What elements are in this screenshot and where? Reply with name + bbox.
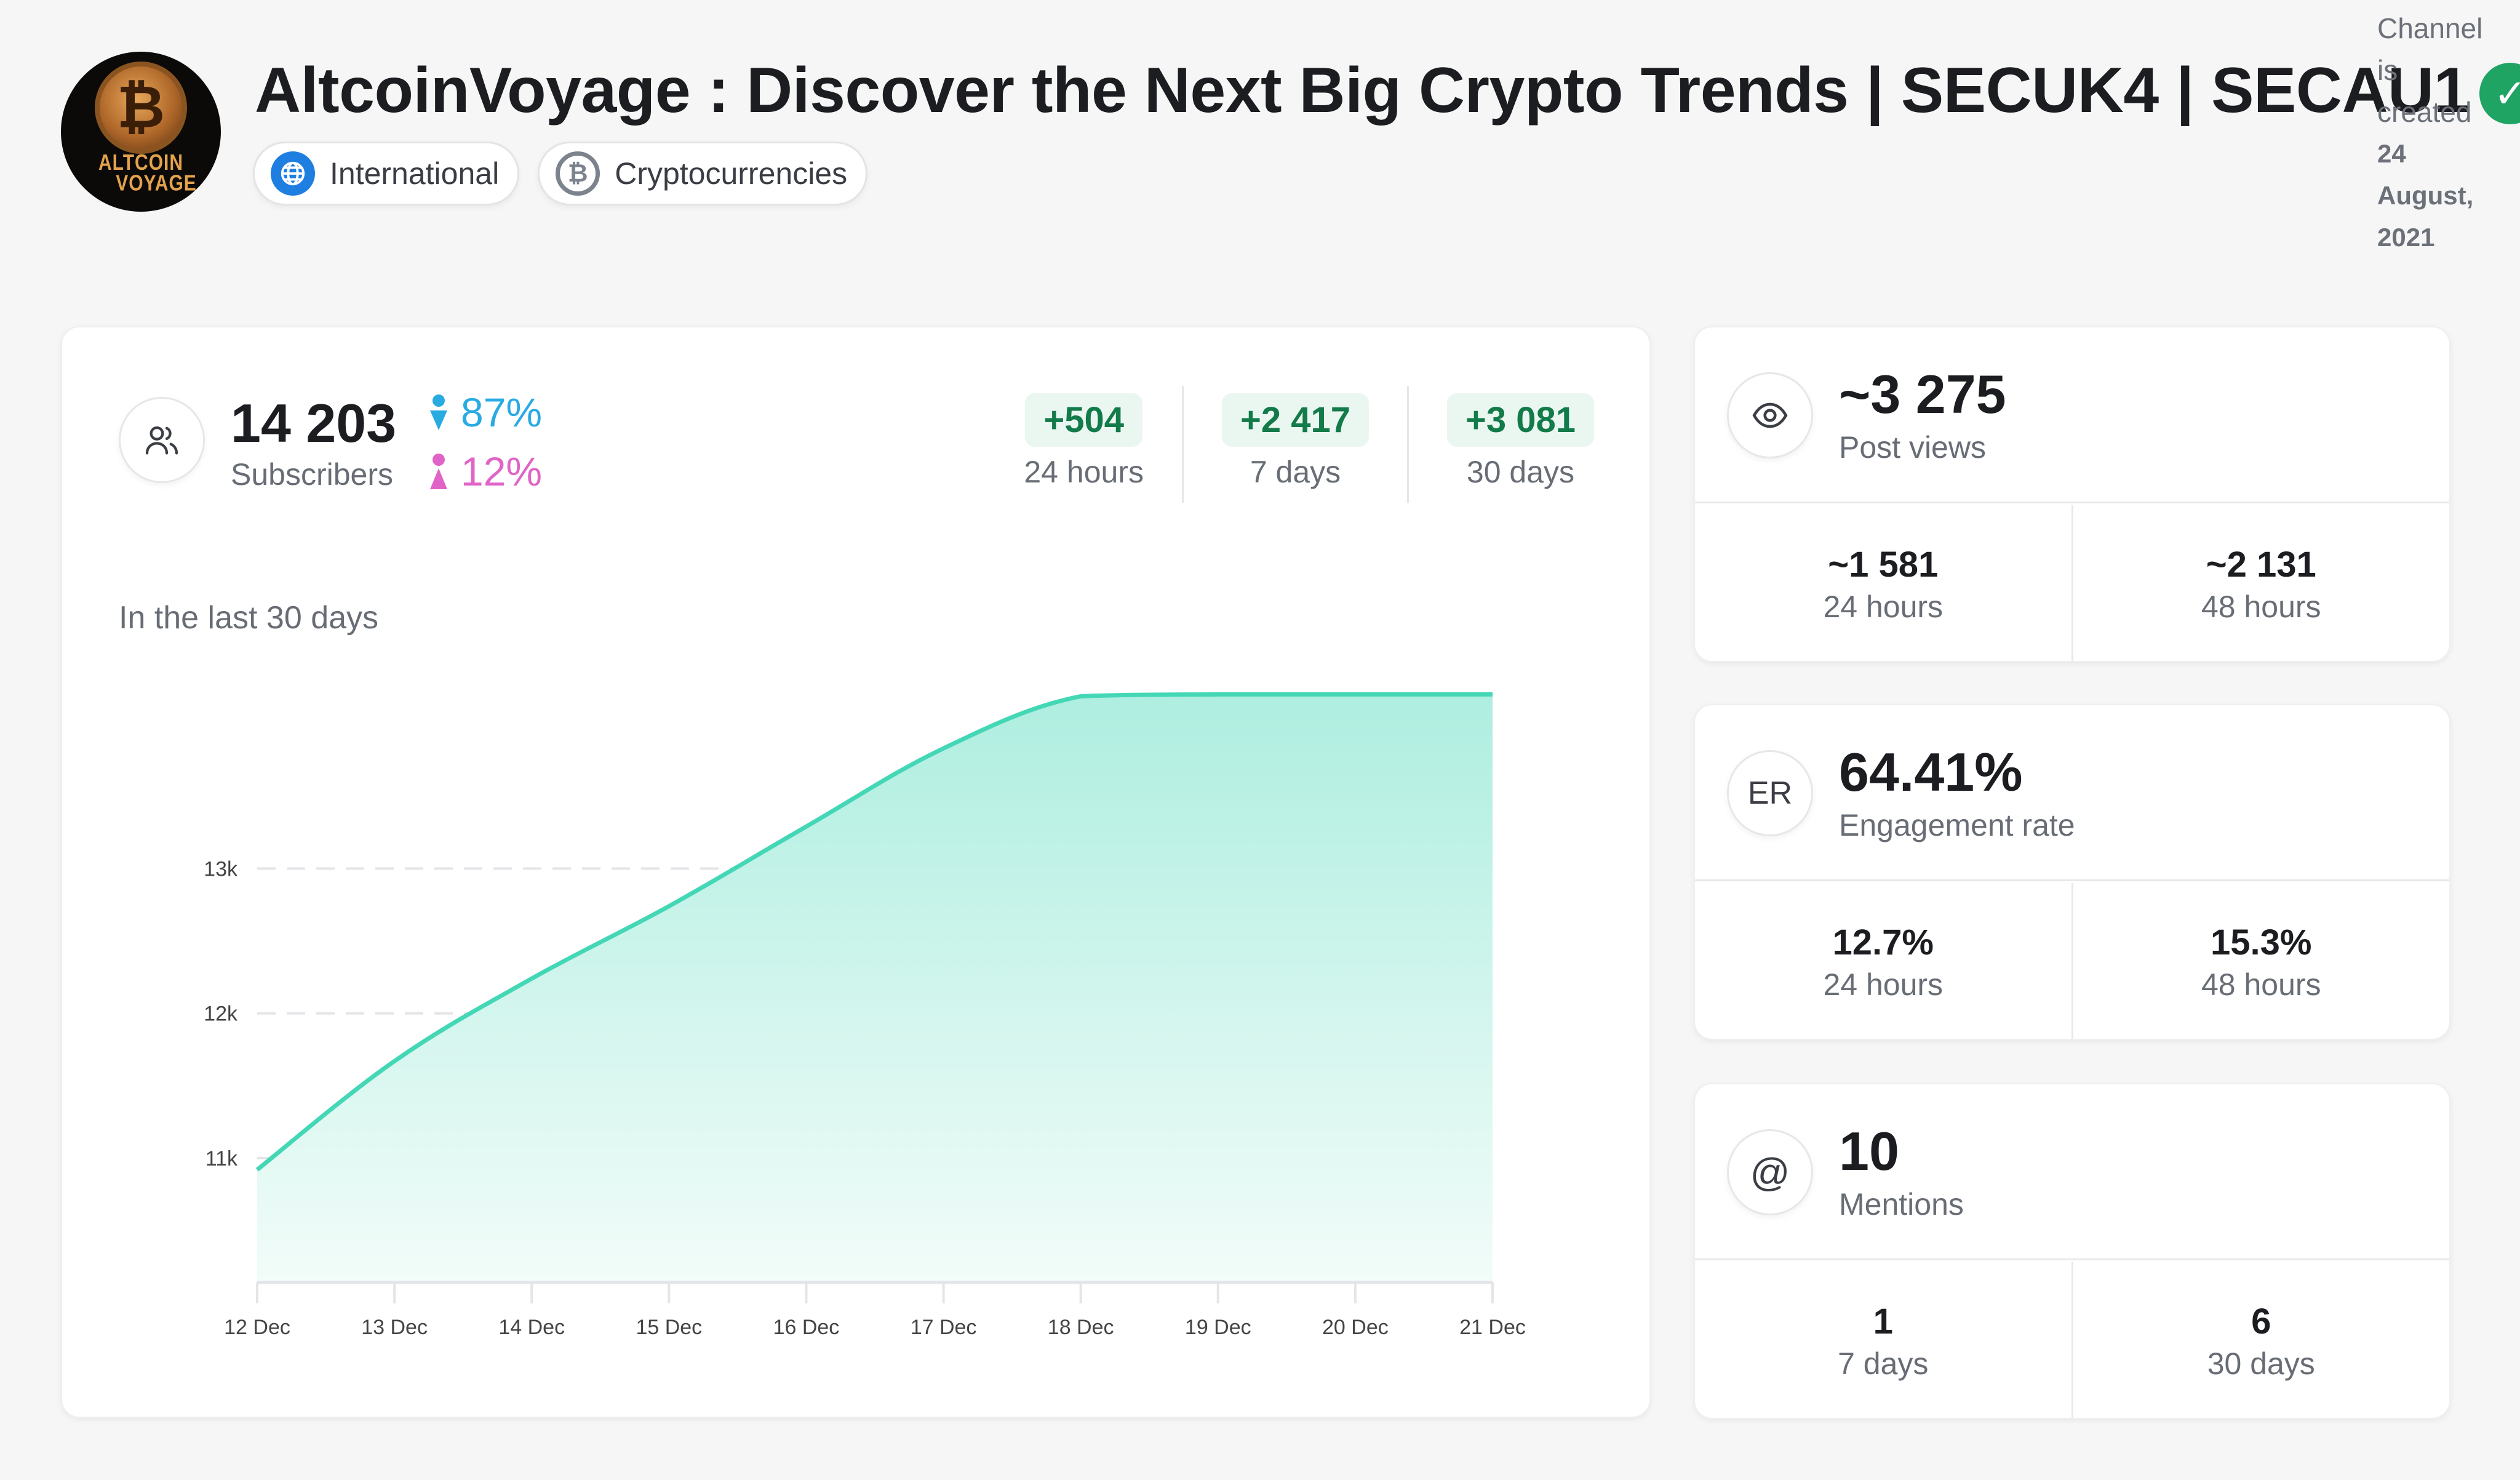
- growth-period: 7 days: [1250, 455, 1341, 489]
- mentions-value: 10: [1839, 1121, 1899, 1182]
- y-tick-label: 11k: [205, 1147, 238, 1170]
- x-tick-label: 15 Dec: [636, 1316, 702, 1339]
- stat-value: ~1 581: [1828, 545, 1939, 585]
- tag-cryptocurrencies[interactable]: ₿ Cryptocurrencies: [538, 142, 868, 206]
- chart-y-axis: 11k 12k 13k: [204, 857, 238, 1170]
- growth-30d: +3 081 30 days: [1406, 386, 1594, 503]
- subscribers-card: 14 203 Subscribers 87% 12% +504 24 hours…: [61, 326, 1651, 1418]
- chart-title: In the last 30 days: [119, 600, 379, 636]
- engagement-rate-icon: ER: [1727, 750, 1813, 836]
- engagement-24h: 12.7% 24 hours: [1695, 883, 2071, 1039]
- mentions-30d: 6 30 days: [2071, 1262, 2450, 1418]
- engagement-card: ER 64.41% Engagement rate 12.7% 24 hours…: [1694, 704, 2450, 1040]
- tag-label: International: [330, 156, 500, 191]
- y-tick-label: 13k: [204, 857, 238, 881]
- tag-international[interactable]: International: [253, 142, 520, 206]
- female-percent: 12%: [461, 449, 543, 494]
- created-date: 24 August, 2021: [2377, 139, 2474, 252]
- post-views-label: Post views: [1839, 430, 1986, 465]
- stat-period: 48 hours: [2201, 590, 2321, 624]
- stat-value: 12.7%: [1832, 922, 1934, 962]
- x-tick-label: 21 Dec: [1459, 1316, 1526, 1339]
- eye-icon: [1727, 372, 1813, 458]
- post-views-24h: ~1 581 24 hours: [1695, 505, 2071, 661]
- post-views-card: ~3 275 Post views ~1 581 24 hours ~2 131…: [1694, 326, 2450, 662]
- growth-7d: +2 417 7 days: [1181, 386, 1407, 503]
- at-sign-icon: @: [1727, 1129, 1813, 1215]
- subscriber-label: Subscribers: [231, 457, 393, 492]
- stat-value: 6: [2251, 1302, 2271, 1342]
- x-tick-label: 18 Dec: [1048, 1316, 1114, 1339]
- channel-created-info: Channel is created 24 August, 2021: [2377, 7, 2494, 258]
- stat-value: 15.3%: [2211, 922, 2312, 962]
- growth-period: 24 hours: [1024, 455, 1144, 489]
- globe-icon: [271, 151, 315, 196]
- avatar-brand-line2: VOYAGE: [116, 171, 197, 196]
- subscriber-chart: 11k 12k 13k 12 Dec 13 Dec 14 Dec 15 Dec 16 Dec…: [204, 692, 1526, 1339]
- avatar-brand-text: ALTCOIN VOYAGE: [85, 150, 197, 196]
- subscriber-growth: +504 24 hours +2 417 7 days +3 081 30 da…: [1024, 386, 1594, 503]
- growth-24h: +504 24 hours: [1024, 386, 1182, 503]
- chart-x-axis: 12 Dec 13 Dec 14 Dec 15 Dec 16 Dec 17 Dec 18 D…: [224, 1281, 1526, 1339]
- x-tick-label: 20 Dec: [1322, 1316, 1389, 1339]
- growth-period: 30 days: [1466, 455, 1575, 489]
- engagement-label: Engagement rate: [1839, 808, 2075, 842]
- at-icon-text: @: [1750, 1150, 1790, 1194]
- post-views-48h: ~2 131 48 hours: [2071, 505, 2450, 661]
- growth-value: +3 081: [1446, 393, 1594, 447]
- stat-value: ~2 131: [2206, 545, 2316, 585]
- x-tick-label: 16 Dec: [773, 1316, 840, 1339]
- engagement-48h: 15.3% 48 hours: [2071, 883, 2450, 1039]
- x-tick-label: 19 Dec: [1185, 1316, 1251, 1339]
- post-views-value: ~3 275: [1839, 364, 2006, 425]
- subscriber-count: 14 203: [231, 393, 397, 454]
- growth-value: +504: [1025, 393, 1142, 447]
- male-icon: [430, 394, 447, 430]
- chart-area: [257, 694, 1493, 1281]
- channel-title: AltcoinVoyage : Discover the Next Big Cr…: [255, 55, 2470, 126]
- x-tick-label: 14 Dec: [498, 1316, 565, 1339]
- male-share: 87%: [430, 389, 542, 436]
- users-icon: [119, 397, 205, 483]
- tag-label: Cryptocurrencies: [615, 156, 848, 191]
- stat-period: 24 hours: [1823, 967, 1944, 1002]
- female-share: 12%: [430, 448, 542, 495]
- x-tick-label: 17 Dec: [911, 1316, 977, 1339]
- female-icon: [430, 454, 447, 489]
- mentions-card: @ 10 Mentions 1 7 days 6 30 days: [1694, 1083, 2450, 1419]
- stat-period: 7 days: [1838, 1346, 1929, 1381]
- stat-period: 48 hours: [2201, 967, 2321, 1002]
- mentions-7d: 1 7 days: [1695, 1262, 2071, 1418]
- channel-avatar: ₿ ALTCOIN VOYAGE: [61, 52, 221, 212]
- er-icon-text: ER: [1747, 775, 1793, 811]
- stat-period: 30 days: [2207, 1346, 2315, 1381]
- mentions-label: Mentions: [1839, 1187, 1964, 1222]
- engagement-value: 64.41%: [1839, 742, 2023, 802]
- avatar-brand-line1: ALTCOIN: [98, 150, 184, 175]
- y-tick-label: 12k: [204, 1002, 238, 1026]
- x-tick-label: 12 Dec: [224, 1316, 290, 1339]
- bitcoin-icon: ₿: [556, 151, 600, 196]
- x-tick-label: 13 Dec: [361, 1316, 428, 1339]
- channel-tags: International ₿ Cryptocurrencies: [253, 142, 868, 206]
- stat-value: 1: [1873, 1302, 1893, 1342]
- growth-value: +2 417: [1221, 393, 1369, 447]
- bitcoin-coin-icon: ₿: [95, 62, 187, 154]
- male-percent: 87%: [461, 390, 543, 435]
- stat-period: 24 hours: [1823, 590, 1944, 624]
- created-prefix: Channel is created: [2377, 12, 2483, 128]
